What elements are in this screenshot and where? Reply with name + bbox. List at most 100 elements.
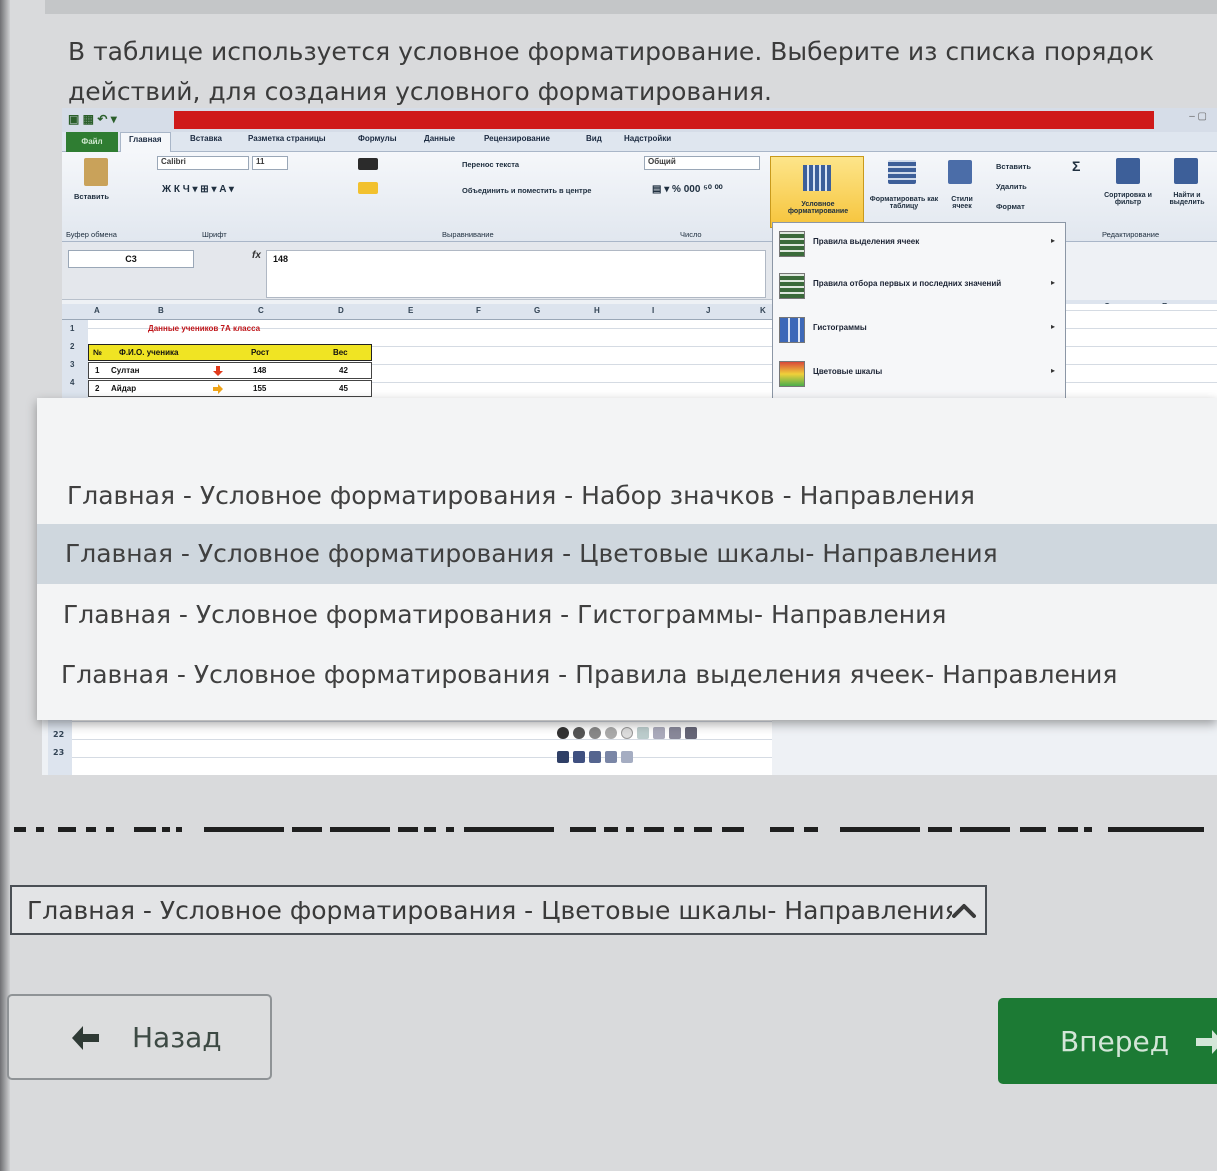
tab-review: Рецензирование	[484, 134, 550, 143]
answer-option-highlighted[interactable]: Главная - Условное форматирования - Цвет…	[37, 524, 1217, 584]
circle-icon	[605, 726, 617, 739]
align-top-icon	[358, 158, 378, 170]
font-name-box: Calibri	[157, 156, 249, 170]
cf-menu-item: Правила выделения ячеек ▸	[773, 223, 1065, 265]
table-title: Данные учеников 7А класса	[148, 324, 261, 333]
answer-option[interactable]: Главная - Условное форматирования - Гист…	[37, 585, 1217, 645]
row-header: 4	[70, 378, 75, 387]
formula-bar: 148	[266, 250, 766, 298]
table-header-cell: Рост	[251, 348, 270, 357]
answer-option[interactable]: Главная - Условное форматирования - Набо…	[37, 466, 1217, 526]
fx-icon: fx	[252, 250, 261, 261]
top-bottom-rules-icon	[779, 273, 805, 299]
name-box: C3	[68, 250, 194, 268]
circle-icon	[589, 726, 601, 739]
conditional-formatting-label: Условное форматирование	[787, 201, 849, 215]
submenu-arrow-icon: ▸	[1050, 366, 1055, 375]
number-format-box: Общий	[644, 156, 760, 170]
group-alignment: Выравнивание	[442, 230, 494, 239]
row-headers: 22 23	[48, 720, 72, 775]
col-header: K	[760, 306, 766, 315]
col-header: C	[258, 306, 264, 315]
col-header: G	[534, 306, 541, 315]
sort-filter-label: Сортировка и фильтр	[1104, 192, 1152, 206]
square-icon	[573, 750, 585, 763]
cf-menu-item-label: Цветовые шкалы	[813, 367, 883, 376]
insert-cells-label: Вставить	[996, 162, 1031, 171]
answer-option[interactable]: Главная - Условное форматирования - Прав…	[37, 645, 1217, 705]
cf-menu-item: Правила отбора первых и последних значен…	[773, 265, 1065, 307]
group-font: Шрифт	[202, 230, 227, 239]
cf-menu-item: Цветовые шкалы ▸	[773, 353, 1065, 395]
cf-menu-item-label: Правила выделения ячеек	[813, 237, 920, 246]
table-header-cell: Вес	[333, 348, 348, 357]
excel-title-red	[174, 111, 1154, 129]
tab-formulas: Формулы	[358, 134, 397, 143]
col-header: A	[94, 306, 100, 315]
student-height: 155	[253, 384, 267, 393]
submenu-arrow-icon: ▸	[1050, 236, 1055, 245]
signal-bars-icon	[669, 726, 681, 739]
answer-options-list: Главная - Условное форматирования - Набо…	[37, 398, 1217, 720]
student-weight: 45	[339, 384, 348, 393]
font-size-box: 11	[252, 156, 288, 170]
student-name: Султан	[111, 366, 140, 375]
table-header-cell: Ф.И.О. ученика	[119, 348, 179, 357]
signal-bars-icon	[653, 726, 665, 739]
student-height: 148	[253, 366, 267, 375]
paste-label: Вставить	[74, 192, 109, 201]
tab-page-layout: Разметка страницы	[248, 134, 326, 143]
student-name: Айдар	[111, 384, 137, 393]
paste-icon	[84, 158, 108, 186]
cell-styles-icon	[948, 160, 972, 184]
formula-area: C3 fx 148	[62, 242, 772, 300]
table-row: 1 Султан 148 42	[88, 362, 372, 379]
next-button[interactable]: Вперед	[998, 998, 1217, 1084]
group-editing: Редактирование	[1102, 230, 1160, 239]
arrow-right-icon	[1196, 1030, 1217, 1054]
back-button[interactable]: Назад	[7, 994, 272, 1080]
tab-addins: Надстройки	[624, 134, 672, 143]
square-icon	[621, 750, 633, 763]
tab-insert: Вставка	[190, 134, 222, 143]
sum-icon: Σ	[1072, 158, 1081, 174]
quick-access-icons: ▣ ▦ ↶ ▾	[68, 112, 117, 126]
number-format-icons: ▤ ▾ % 000 ⁵⁰ ⁰⁰	[652, 184, 723, 195]
merge-center-label: Объединить и поместить в центре	[462, 186, 592, 195]
highlight-rules-icon	[779, 231, 805, 257]
col-header: I	[652, 306, 655, 315]
answer-select-value: Главная - Условное форматирования - Цвет…	[27, 896, 952, 925]
square-icon	[605, 750, 617, 763]
signal-bars-icon	[685, 726, 697, 739]
wrap-text-label: Перенос текста	[462, 160, 520, 169]
submenu-arrow-icon: ▸	[1050, 322, 1055, 331]
tab-file: Файл	[66, 132, 118, 152]
square-icon	[557, 750, 569, 763]
answer-select[interactable]: Главная - Условное форматирования - Цвет…	[10, 885, 987, 935]
data-bars-icon	[779, 317, 805, 343]
icon-set-row	[557, 722, 777, 739]
cf-menu-item-label: Гистограммы	[813, 323, 867, 332]
arrow-down-icon	[213, 366, 223, 376]
back-button-label: Назад	[132, 1021, 222, 1054]
format-table-label: Форматировать как таблицу	[869, 196, 939, 210]
find-select-label: Найти и выделить	[1169, 192, 1205, 206]
row-number: 2	[95, 384, 100, 393]
browser-top-strip	[45, 0, 1217, 14]
icon-set-row	[557, 746, 777, 763]
row-header: 1	[70, 324, 75, 333]
conditional-formatting-icon	[803, 165, 831, 191]
row-header: 23	[53, 748, 65, 757]
square-icon	[589, 750, 601, 763]
col-header: B	[158, 306, 164, 315]
col-header: D	[338, 306, 344, 315]
excel-ribbon-tabs: Файл Главная Вставка Разметка страницы Ф…	[62, 132, 1217, 152]
excel-title-bar: ▣ ▦ ↶ ▾ – ▢	[62, 108, 1217, 132]
next-button-label: Вперед	[1060, 1025, 1170, 1058]
find-select-icon	[1174, 158, 1198, 184]
align-center-icon	[358, 182, 378, 194]
submenu-arrow-icon: ▸	[1050, 278, 1055, 287]
column-headers: A B C D E F G H I J K	[62, 304, 772, 320]
circle-icon	[557, 726, 569, 739]
arrow-left-icon	[72, 1026, 99, 1050]
